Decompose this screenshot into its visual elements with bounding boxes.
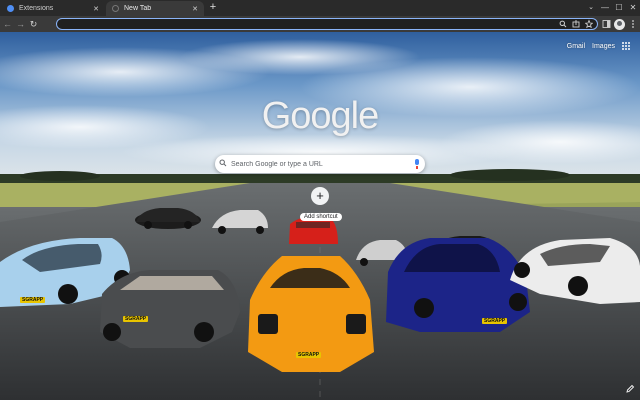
tab-title: Extensions [19,5,54,12]
tab-title: New Tab [124,5,152,12]
forward-button[interactable]: → [15,17,26,31]
new-tab-page: SGRAPP SGRAPP SGRAPP SGRAPP Gmail Images… [0,32,640,400]
google-logo: Google [261,95,380,137]
search-icon [215,159,231,169]
plate-label: SGRAPP [482,318,508,324]
reload-button[interactable]: ↻ [28,17,39,31]
toolbar-right [601,17,638,31]
ntp-search-input[interactable] [231,160,409,168]
tab-extensions[interactable]: Extensions ✕ [1,1,105,16]
star-icon[interactable] [584,19,594,29]
new-tab-button[interactable]: + [207,2,219,14]
tab-strip: Extensions ✕ New Tab ✕ + ⌄ — ☐ ✕ [0,0,640,16]
blank-page-icon [112,5,119,12]
plus-icon: + [311,187,329,205]
tab-search-button[interactable]: ⌄ [584,0,598,16]
maximize-button[interactable]: ☐ [612,0,626,16]
car-gray-astonmartin [100,270,240,348]
add-shortcut-label: Add shortcut [300,213,342,221]
microphone-icon[interactable] [409,155,425,173]
puzzle-icon [7,5,14,12]
address-bar[interactable] [56,18,598,36]
back-button[interactable]: ← [2,17,13,31]
close-window-button[interactable]: ✕ [626,0,640,16]
gmail-link[interactable]: Gmail [567,43,585,50]
window-controls: ⌄ — ☐ ✕ [584,0,640,16]
customize-pencil-icon[interactable] [624,384,636,396]
plate-label: SGRAPP [123,316,149,322]
search-icon[interactable] [559,19,567,29]
ntp-top-links: Gmail Images [567,42,630,50]
car-blue-ferrari [386,238,530,332]
tab-new-tab[interactable]: New Tab ✕ [106,1,204,16]
minimize-button[interactable]: — [598,0,612,16]
toolbar: ← → ↻ [0,16,640,36]
side-panel-icon[interactable] [601,17,611,31]
profile-avatar[interactable] [614,18,625,30]
close-icon[interactable]: ✕ [91,5,101,13]
close-icon[interactable]: ✕ [190,5,200,13]
plate-label: SGRAPP [20,297,46,303]
plate-label: SGRAPP [296,352,322,358]
images-link[interactable]: Images [592,43,615,50]
menu-icon[interactable] [628,17,638,31]
apps-grid-icon[interactable] [622,42,630,50]
add-shortcut-tile[interactable]: + Add shortcut [300,187,342,223]
ntp-search-box[interactable] [215,155,425,173]
share-icon[interactable] [572,19,580,29]
omnibox-icons [559,19,594,29]
